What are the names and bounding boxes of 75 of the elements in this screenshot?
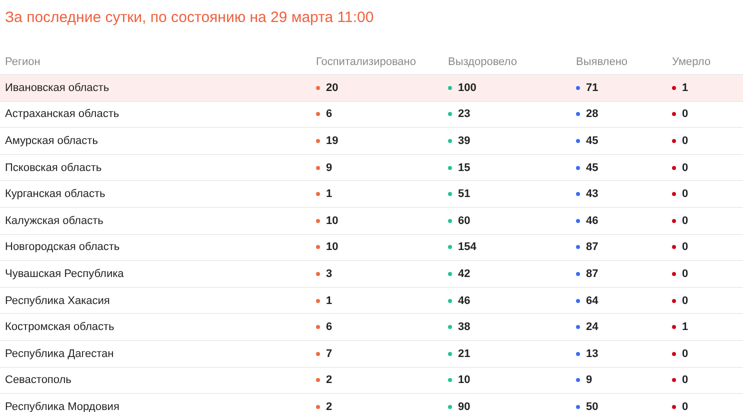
table-cell: 71	[586, 82, 598, 94]
column-header: Регион	[5, 56, 42, 68]
table-cell: 1	[326, 188, 332, 200]
table-cell: 100	[458, 82, 476, 94]
table-cell: 45	[586, 162, 598, 174]
table-cell: 10	[458, 374, 470, 386]
table-cell: 64	[586, 294, 598, 307]
table-cell: 10	[326, 241, 338, 254]
region-name: Республика Дагестан	[5, 348, 115, 360]
table-cell: 23	[458, 108, 470, 120]
region-name: Ивановская область	[5, 82, 110, 94]
table-cell: 50	[586, 400, 598, 412]
table-cell: 1	[682, 82, 688, 94]
table-cell: 46	[458, 294, 470, 307]
table-cell: 43	[586, 188, 598, 200]
table-cell: 38	[458, 321, 470, 334]
table-cell: 46	[586, 214, 598, 227]
table-cell: 42	[458, 268, 470, 280]
table-cell: 0	[682, 162, 688, 174]
table-cell: 0	[682, 268, 688, 280]
page-title: За последние сутки, по состоянию на 29 марта 11:00	[4, 8, 375, 28]
table-cell: 154	[458, 241, 476, 254]
table-cell: 1	[326, 294, 332, 307]
column-header: Выздоровело	[448, 56, 518, 68]
region-name: Республика Хакасия	[5, 294, 111, 307]
region-name: Севастополь	[5, 374, 72, 386]
region-name: Чувашская Республика	[5, 268, 125, 280]
region-name: Калужская область	[5, 214, 104, 227]
table-cell: 51	[458, 188, 470, 200]
table-row[interactable]: Псковская область 9 15 45 0	[0, 154, 743, 180]
table-row[interactable]: Республика Хакасия 1 46 64 0	[0, 286, 743, 314]
table-row[interactable]: Республика Мордовия 2 90 50 0	[0, 393, 743, 412]
table-cell: 0	[682, 400, 688, 412]
table-cell: 6	[326, 108, 332, 120]
table-cell: 24	[586, 321, 598, 334]
table-row[interactable]: Ивановская область 20 100 71 1	[0, 74, 743, 101]
column-header: Выявлено	[576, 56, 629, 68]
table-cell: 2	[326, 374, 332, 386]
table-cell: 87	[586, 268, 598, 280]
region-name: Амурская область	[5, 134, 99, 147]
table-cell: 9	[326, 162, 332, 174]
table-cell: 19	[326, 134, 338, 147]
region-name: Курганская область	[5, 188, 106, 200]
table-cell: 0	[682, 294, 688, 307]
table-cell: 10	[326, 214, 338, 227]
table-cell: 6	[326, 321, 332, 334]
region-name: Республика Мордовия	[5, 400, 120, 412]
table-cell: 0	[682, 374, 688, 386]
table-cell: 0	[682, 241, 688, 254]
region-name: Псковская область	[5, 162, 103, 174]
table-cell: 21	[458, 348, 470, 360]
region-name: Астраханская область	[5, 108, 120, 120]
column-header: Умерло	[672, 56, 712, 68]
table-cell: 13	[586, 348, 598, 360]
table-cell: 0	[682, 108, 688, 120]
table-cell: 0	[682, 188, 688, 200]
table-cell: 28	[586, 108, 598, 120]
table-cell: 60	[458, 214, 470, 227]
table-cell: 0	[682, 134, 688, 147]
region-name: Костромская область	[5, 321, 116, 334]
region-name: Новгородская область	[5, 241, 121, 254]
table-cell: 2	[326, 400, 332, 412]
column-header: Госпитализировано	[316, 56, 417, 68]
table-cell: 39	[458, 134, 470, 147]
table-cell: 20	[326, 82, 338, 94]
table-cell: 0	[682, 348, 688, 360]
table-cell: 1	[682, 321, 688, 334]
table-cell: 15	[458, 162, 470, 174]
table-cell: 0	[682, 214, 688, 227]
table-cell: 9	[586, 374, 592, 386]
table-cell: 7	[326, 348, 332, 360]
table-cell: 87	[586, 241, 598, 254]
table-cell: 45	[586, 134, 598, 147]
table-cell: 90	[458, 400, 470, 412]
table-cell: 3	[326, 268, 332, 280]
